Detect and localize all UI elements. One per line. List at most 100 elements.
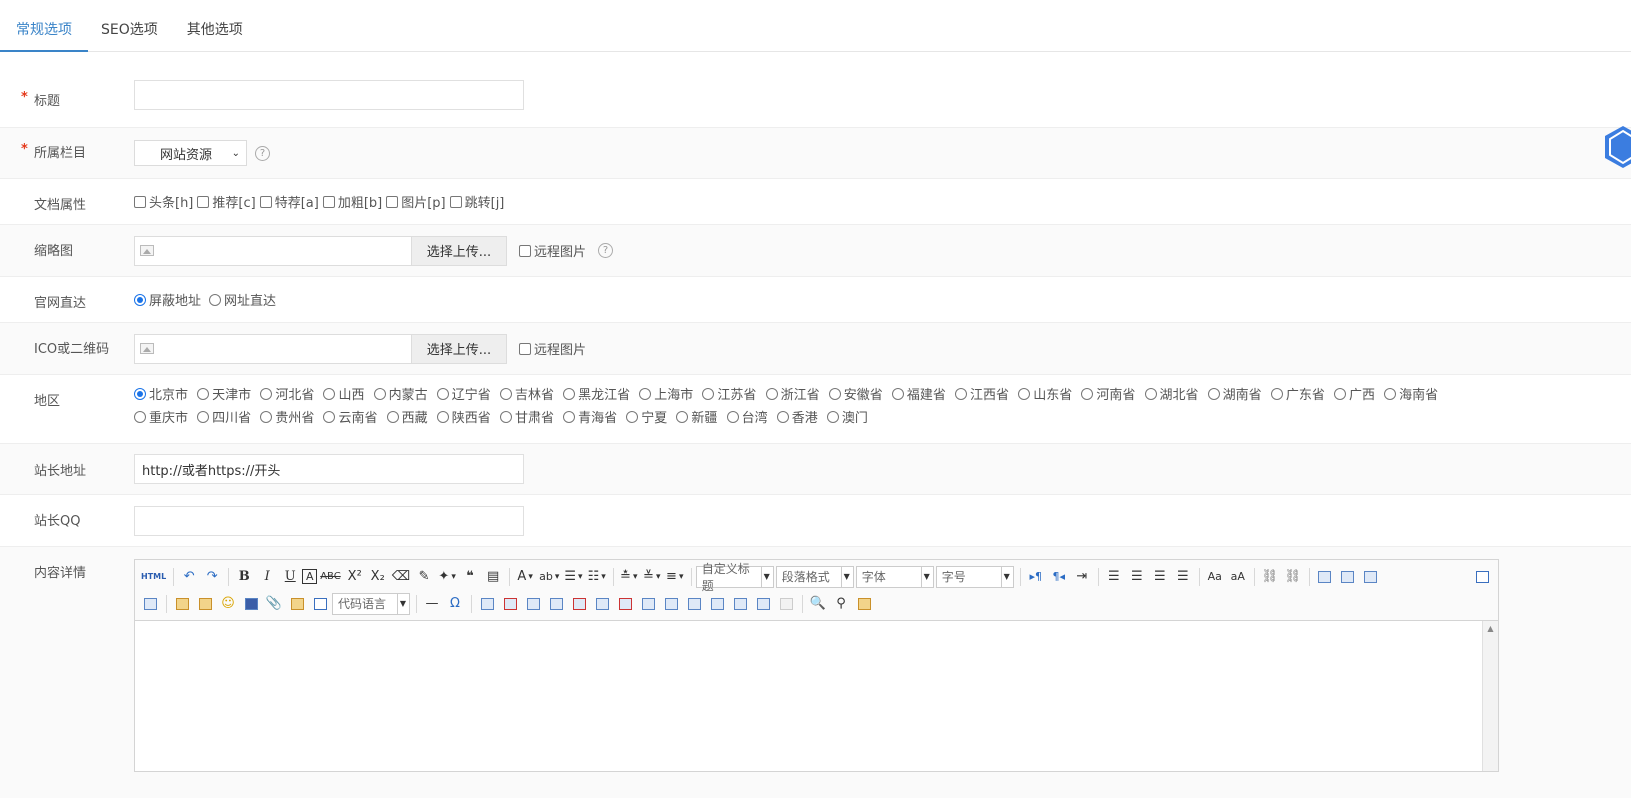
region-option[interactable]: 河北省: [260, 388, 314, 403]
superscript-icon[interactable]: X²: [344, 567, 366, 587]
radio-button[interactable]: [436, 388, 449, 400]
insert-paragraph-before-table-icon[interactable]: [522, 594, 544, 614]
region-option[interactable]: 陕西省: [436, 411, 491, 426]
format-brush-icon[interactable]: ✎: [413, 567, 435, 587]
radio-button[interactable]: [386, 411, 399, 423]
background-color-icon[interactable]: ab: [537, 567, 561, 587]
region-option[interactable]: 安徽省: [828, 388, 883, 403]
region-option[interactable]: 北京市: [134, 388, 188, 403]
attr-headline[interactable]: 头条[h]: [134, 192, 193, 211]
ico-upload-button[interactable]: 选择上传...: [411, 334, 506, 363]
radio-button[interactable]: [702, 388, 715, 400]
multi-image-icon[interactable]: [194, 594, 216, 614]
attr-jump[interactable]: 跳转[j]: [449, 192, 504, 211]
attachment-icon[interactable]: 📎: [263, 594, 285, 614]
insert-video-icon[interactable]: [240, 594, 262, 614]
attr-image[interactable]: 图片[p]: [386, 192, 446, 211]
radio-button[interactable]: [828, 388, 841, 400]
indent-icon[interactable]: ⇥: [1071, 567, 1093, 587]
radio-button[interactable]: [323, 411, 336, 423]
region-option[interactable]: 甘肃省: [499, 411, 554, 426]
eraser-icon[interactable]: ⌫: [390, 567, 412, 587]
ltr-icon[interactable]: ▸¶: [1025, 567, 1047, 587]
radio-button[interactable]: [955, 388, 968, 400]
region-option[interactable]: 河南省: [1081, 388, 1135, 403]
hexagon-icon[interactable]: [1603, 124, 1631, 170]
category-select[interactable]: 网站资源 ⌄: [134, 140, 247, 166]
uppercase-icon[interactable]: Aa: [1204, 567, 1226, 587]
region-option[interactable]: 海南省: [1384, 388, 1438, 403]
radio-button[interactable]: [1144, 388, 1157, 400]
underline-icon[interactable]: U: [279, 567, 301, 587]
radio-button[interactable]: [626, 411, 639, 423]
font-family-combo[interactable]: 字体 ▼: [855, 565, 934, 588]
editor-content-area[interactable]: ▲: [135, 621, 1498, 771]
radio-button[interactable]: [197, 411, 210, 423]
radio-button[interactable]: [765, 388, 778, 400]
align-right-icon[interactable]: ☰: [1149, 567, 1171, 587]
region-option[interactable]: 青海省: [563, 411, 617, 426]
merge-right-icon[interactable]: [660, 594, 682, 614]
redo-icon[interactable]: ↷: [201, 567, 223, 587]
tab-seo[interactable]: SEO选项: [101, 0, 158, 51]
thumbnail-path-field[interactable]: [135, 236, 411, 265]
radio-button[interactable]: [134, 388, 146, 400]
radio-button[interactable]: [676, 411, 689, 423]
split-cells-icon[interactable]: [706, 594, 728, 614]
region-option[interactable]: 贵州省: [260, 411, 314, 426]
region-option[interactable]: 辽宁省: [436, 388, 491, 403]
line-height-icon[interactable]: ≡: [664, 567, 686, 587]
region-option[interactable]: 四川省: [197, 411, 251, 426]
checkbox[interactable]: [519, 244, 531, 257]
tab-other[interactable]: 其他选项: [187, 0, 243, 51]
delete-table-icon[interactable]: [499, 594, 521, 614]
region-option[interactable]: 广西: [1333, 388, 1375, 403]
merge-cells-icon[interactable]: [637, 594, 659, 614]
bold-icon[interactable]: B: [233, 567, 255, 587]
region-option[interactable]: 黑龙江省: [563, 388, 630, 403]
html-source-icon[interactable]: HTML: [139, 567, 168, 587]
emoticon-icon[interactable]: ☺: [217, 594, 239, 614]
checkbox[interactable]: [197, 195, 210, 208]
lowercase-icon[interactable]: aA: [1227, 567, 1249, 587]
region-option[interactable]: 浙江省: [765, 388, 820, 403]
strikethrough-icon[interactable]: ABC: [318, 567, 343, 587]
radio-button[interactable]: [260, 411, 273, 423]
drafts-icon[interactable]: [853, 594, 875, 614]
align-justify-icon[interactable]: ☰: [1172, 567, 1194, 587]
checkbox[interactable]: [134, 195, 146, 208]
radio-button[interactable]: [563, 388, 576, 400]
special-chars-icon[interactable]: Ω: [444, 594, 466, 614]
editor-scrollbar[interactable]: ▲: [1482, 621, 1498, 771]
delete-row-icon[interactable]: [568, 594, 590, 614]
row-spacing-top-icon[interactable]: ≛: [618, 567, 640, 587]
rtl-icon[interactable]: ¶◂: [1048, 567, 1070, 587]
checkbox[interactable]: [386, 195, 399, 208]
subscript-icon[interactable]: X₂: [367, 567, 389, 587]
radio-button[interactable]: [891, 388, 904, 400]
italic-icon[interactable]: I: [256, 567, 278, 587]
question-circle-icon[interactable]: ?: [598, 243, 614, 258]
image-left-icon[interactable]: [1337, 567, 1359, 587]
radio-button[interactable]: [1333, 388, 1346, 400]
insert-frame-icon[interactable]: [286, 594, 308, 614]
align-center-icon[interactable]: ☰: [1126, 567, 1148, 587]
split-cols-icon[interactable]: [752, 594, 774, 614]
region-option[interactable]: 福建省: [891, 388, 946, 403]
official-option-hide[interactable]: 屏蔽地址: [134, 290, 201, 309]
search-replace-icon[interactable]: ⚲: [830, 594, 852, 614]
image-none-icon[interactable]: [1314, 567, 1336, 587]
region-option[interactable]: 吉林省: [499, 388, 554, 403]
radio-button[interactable]: [1018, 388, 1031, 400]
webmaster-url-input[interactable]: [134, 454, 524, 484]
insert-row-icon[interactable]: [545, 594, 567, 614]
checkbox[interactable]: [449, 195, 462, 208]
region-option[interactable]: 台湾: [726, 411, 768, 426]
region-option[interactable]: 西藏: [386, 411, 428, 426]
radio-button[interactable]: [1207, 388, 1220, 400]
unordered-list-icon[interactable]: ☷: [586, 567, 608, 587]
radio-button[interactable]: [1081, 388, 1094, 400]
region-option[interactable]: 天津市: [197, 388, 251, 403]
link-icon[interactable]: ⛓: [1259, 567, 1281, 587]
image-right-icon[interactable]: [1360, 567, 1382, 587]
